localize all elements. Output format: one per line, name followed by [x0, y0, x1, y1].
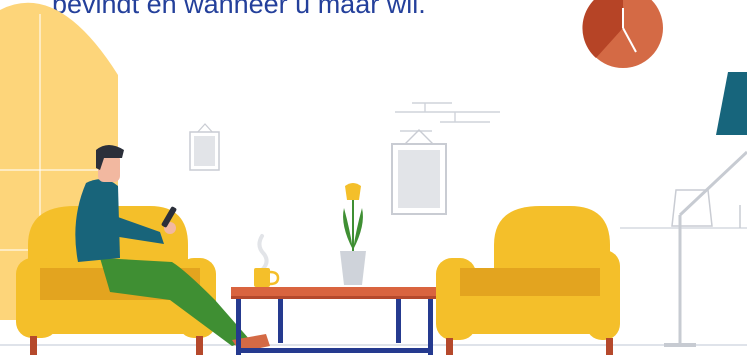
living-room-illustration	[0, 0, 747, 355]
right-armchair-icon	[436, 206, 620, 355]
wall-clock-icon	[582, 0, 663, 68]
wall-bricks	[395, 102, 500, 132]
small-picture-frame-icon	[189, 123, 220, 171]
coffee-mug-icon	[254, 234, 280, 287]
large-picture-frame-icon	[391, 129, 447, 215]
tulip-vase-icon	[340, 183, 366, 285]
right-side-shelf	[620, 189, 747, 229]
illustration-stage: bevindt en wanneer u maar wil.	[0, 0, 747, 359]
